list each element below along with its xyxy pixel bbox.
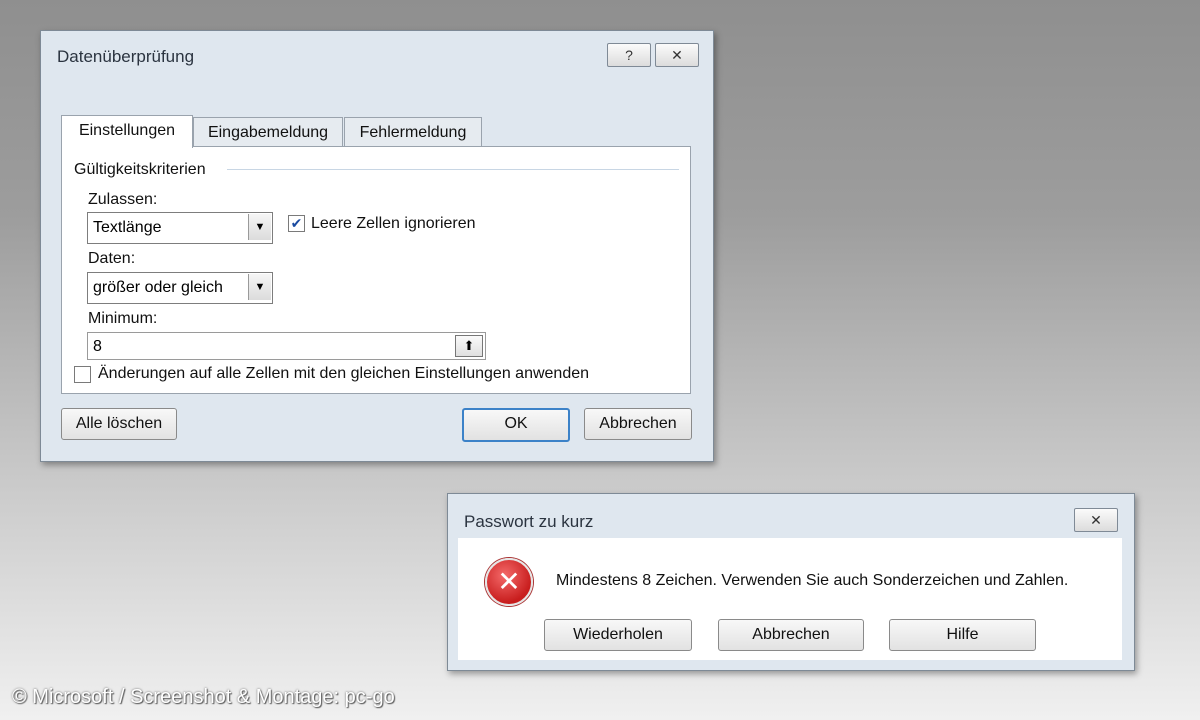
data-label: Daten: bbox=[88, 250, 136, 267]
error-close-button[interactable]: ✕ bbox=[1074, 508, 1118, 532]
allow-label: Zulassen: bbox=[88, 191, 158, 208]
minimum-value: 8 bbox=[93, 338, 102, 355]
data-select[interactable]: größer oder gleich ▼ bbox=[87, 272, 273, 304]
help-button[interactable]: ? bbox=[607, 43, 651, 67]
ignore-blank-checkbox[interactable]: ✔ bbox=[288, 215, 305, 232]
error-message: Mindestens 8 Zeichen. Verwenden Sie auch… bbox=[556, 572, 1069, 589]
tab-fehlermeldung[interactable]: Fehlermeldung bbox=[344, 117, 482, 148]
data-value: größer oder gleich bbox=[93, 279, 223, 296]
retry-button[interactable]: Wiederholen bbox=[544, 619, 692, 651]
chevron-down-icon[interactable]: ▼ bbox=[248, 214, 271, 240]
ignore-blank-label: Leere Zellen ignorieren bbox=[311, 215, 476, 232]
allow-select[interactable]: Textlänge ▼ bbox=[87, 212, 273, 244]
data-validation-dialog: Datenüberprüfung ? ✕ Einstellungen Einga… bbox=[40, 30, 714, 462]
range-select-button[interactable]: ⬆ bbox=[455, 335, 483, 357]
password-error-dialog: Passwort zu kurz ✕ ✕ Mindestens 8 Zeiche… bbox=[447, 493, 1135, 671]
help-button[interactable]: Hilfe bbox=[889, 619, 1036, 651]
error-dialog-title: Passwort zu kurz bbox=[464, 512, 594, 531]
error-body: ✕ Mindestens 8 Zeichen. Verwenden Sie au… bbox=[458, 538, 1122, 660]
tab-einstellungen[interactable]: Einstellungen bbox=[61, 115, 193, 148]
error-title-bar: Passwort zu kurz ✕ bbox=[448, 494, 1134, 540]
close-button[interactable]: ✕ bbox=[655, 43, 699, 67]
error-cancel-button[interactable]: Abbrechen bbox=[718, 619, 864, 651]
minimum-input[interactable]: 8 ⬆ bbox=[87, 332, 486, 360]
error-icon: ✕ bbox=[485, 558, 533, 606]
tab-eingabemeldung[interactable]: Eingabemeldung bbox=[193, 117, 343, 148]
settings-panel: Gültigkeitskriterien Zulassen: Textlänge… bbox=[61, 146, 691, 394]
minimum-label: Minimum: bbox=[88, 310, 158, 327]
ok-button[interactable]: OK bbox=[462, 408, 570, 442]
section-title: Gültigkeitskriterien bbox=[74, 161, 206, 178]
close-icon: ✕ bbox=[671, 47, 683, 63]
chevron-down-icon[interactable]: ▼ bbox=[248, 274, 271, 300]
upload-arrow-icon: ⬆ bbox=[463, 338, 475, 353]
check-icon: ✔ bbox=[290, 215, 303, 231]
dialog-title: Datenüberprüfung bbox=[57, 47, 195, 66]
section-divider bbox=[227, 169, 679, 170]
clear-all-button[interactable]: Alle löschen bbox=[61, 408, 177, 440]
credit-text: © Microsoft / Screenshot & Montage: pc-g… bbox=[12, 686, 395, 708]
close-icon: ✕ bbox=[1090, 512, 1102, 528]
apply-all-checkbox[interactable] bbox=[74, 366, 91, 383]
apply-all-label: Änderungen auf alle Zellen mit den gleic… bbox=[98, 365, 590, 382]
title-bar: Datenüberprüfung ? ✕ bbox=[41, 31, 713, 81]
allow-value: Textlänge bbox=[93, 219, 162, 236]
cancel-button[interactable]: Abbrechen bbox=[584, 408, 692, 440]
